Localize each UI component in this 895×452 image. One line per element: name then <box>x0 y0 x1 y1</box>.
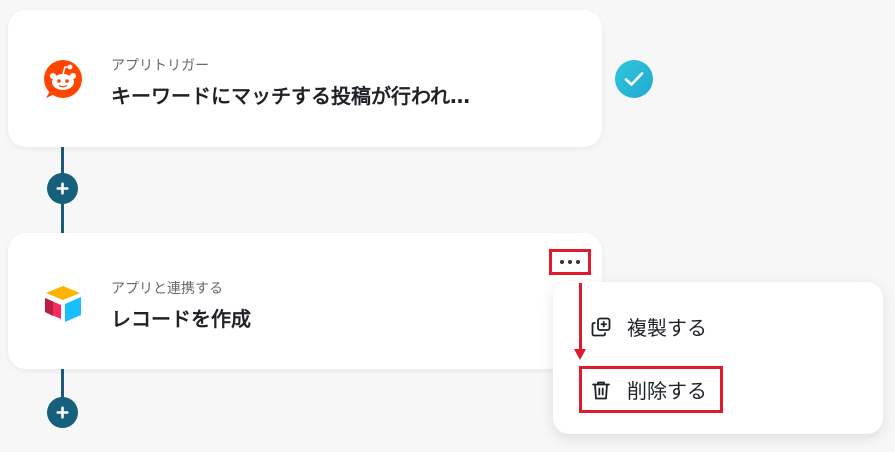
step-title: レコードを作成 <box>111 307 251 331</box>
menu-item-label: 複製する <box>627 316 707 340</box>
check-icon <box>624 72 644 86</box>
step-title: キーワードにマッチする投稿が行われ… <box>111 84 470 108</box>
step-context-menu: 複製する 削除する <box>553 282 883 434</box>
menu-item-label: 削除する <box>627 379 707 403</box>
trigger-step-card[interactable]: アプリトリガー キーワードにマッチする投稿が行われ… <box>8 10 602 147</box>
airtable-logo-icon <box>41 282 85 326</box>
duplicate-menu-item[interactable]: 複製する <box>591 312 707 341</box>
plus-icon <box>56 182 69 195</box>
add-step-button[interactable] <box>47 173 78 204</box>
more-horizontal-icon <box>560 260 564 264</box>
step-complete-badge <box>615 60 653 98</box>
step-type-label: アプリと連携する <box>111 281 223 297</box>
plus-icon <box>56 406 69 419</box>
duplicate-icon <box>591 317 611 336</box>
flow-canvas: アプリトリガー キーワードにマッチする投稿が行われ… アプリと連携する レコード… <box>0 0 895 452</box>
flow-connector <box>61 369 64 399</box>
add-step-button[interactable] <box>47 397 78 428</box>
reddit-logo-icon <box>41 57 85 101</box>
action-step-card[interactable]: アプリと連携する レコードを作成 <box>8 233 602 369</box>
more-horizontal-icon <box>568 260 572 264</box>
step-type-label: アプリトリガー <box>111 58 209 74</box>
more-horizontal-icon <box>576 260 580 264</box>
trash-icon <box>592 381 610 399</box>
annotation-arrow <box>579 283 582 349</box>
more-options-button[interactable] <box>549 249 591 275</box>
delete-menu-item[interactable]: 削除する <box>579 366 723 413</box>
annotation-arrow-head <box>574 349 586 360</box>
